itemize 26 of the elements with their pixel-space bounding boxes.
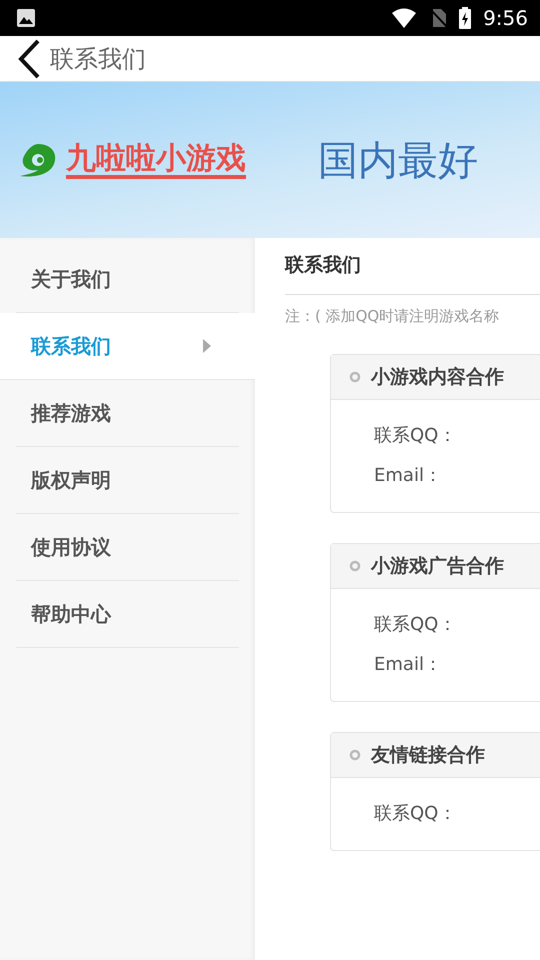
- wifi-icon: [391, 8, 418, 28]
- card-title: 友情链接合作: [371, 743, 485, 768]
- page-title: 联系我们: [50, 44, 146, 74]
- triangle-icon: [203, 339, 211, 353]
- circle-icon: [349, 749, 361, 761]
- sidebar-item[interactable]: 帮助中心: [16, 581, 239, 648]
- contact-field-label: Email：: [374, 464, 443, 488]
- contact-field-label: Email：: [374, 653, 443, 677]
- contact-field-label: 联系QQ：: [374, 424, 458, 448]
- section-title: 联系我们: [285, 252, 540, 295]
- battery-charging-icon: [459, 7, 472, 29]
- clock-time: 9:56: [483, 6, 528, 30]
- circle-icon: [349, 560, 361, 572]
- card-title: 小游戏广告合作: [371, 554, 504, 579]
- back-icon[interactable]: [16, 38, 42, 78]
- sidebar-item[interactable]: 版权声明: [16, 447, 239, 514]
- card-title: 小游戏内容合作: [371, 365, 504, 390]
- contact-field-label: 联系QQ：: [374, 802, 458, 826]
- sidebar-item[interactable]: 推荐游戏: [16, 380, 239, 447]
- note-text: 注：( 添加QQ时请注明游戏名称: [285, 307, 500, 326]
- banner-slogan: 国内最好: [318, 136, 478, 186]
- image-icon: [16, 8, 36, 28]
- circle-icon: [349, 371, 361, 383]
- logo-text: 九啦啦小游戏: [66, 142, 246, 178]
- contact-field-label: 联系QQ：: [374, 613, 458, 637]
- sidebar-item[interactable]: 使用协议: [16, 514, 239, 581]
